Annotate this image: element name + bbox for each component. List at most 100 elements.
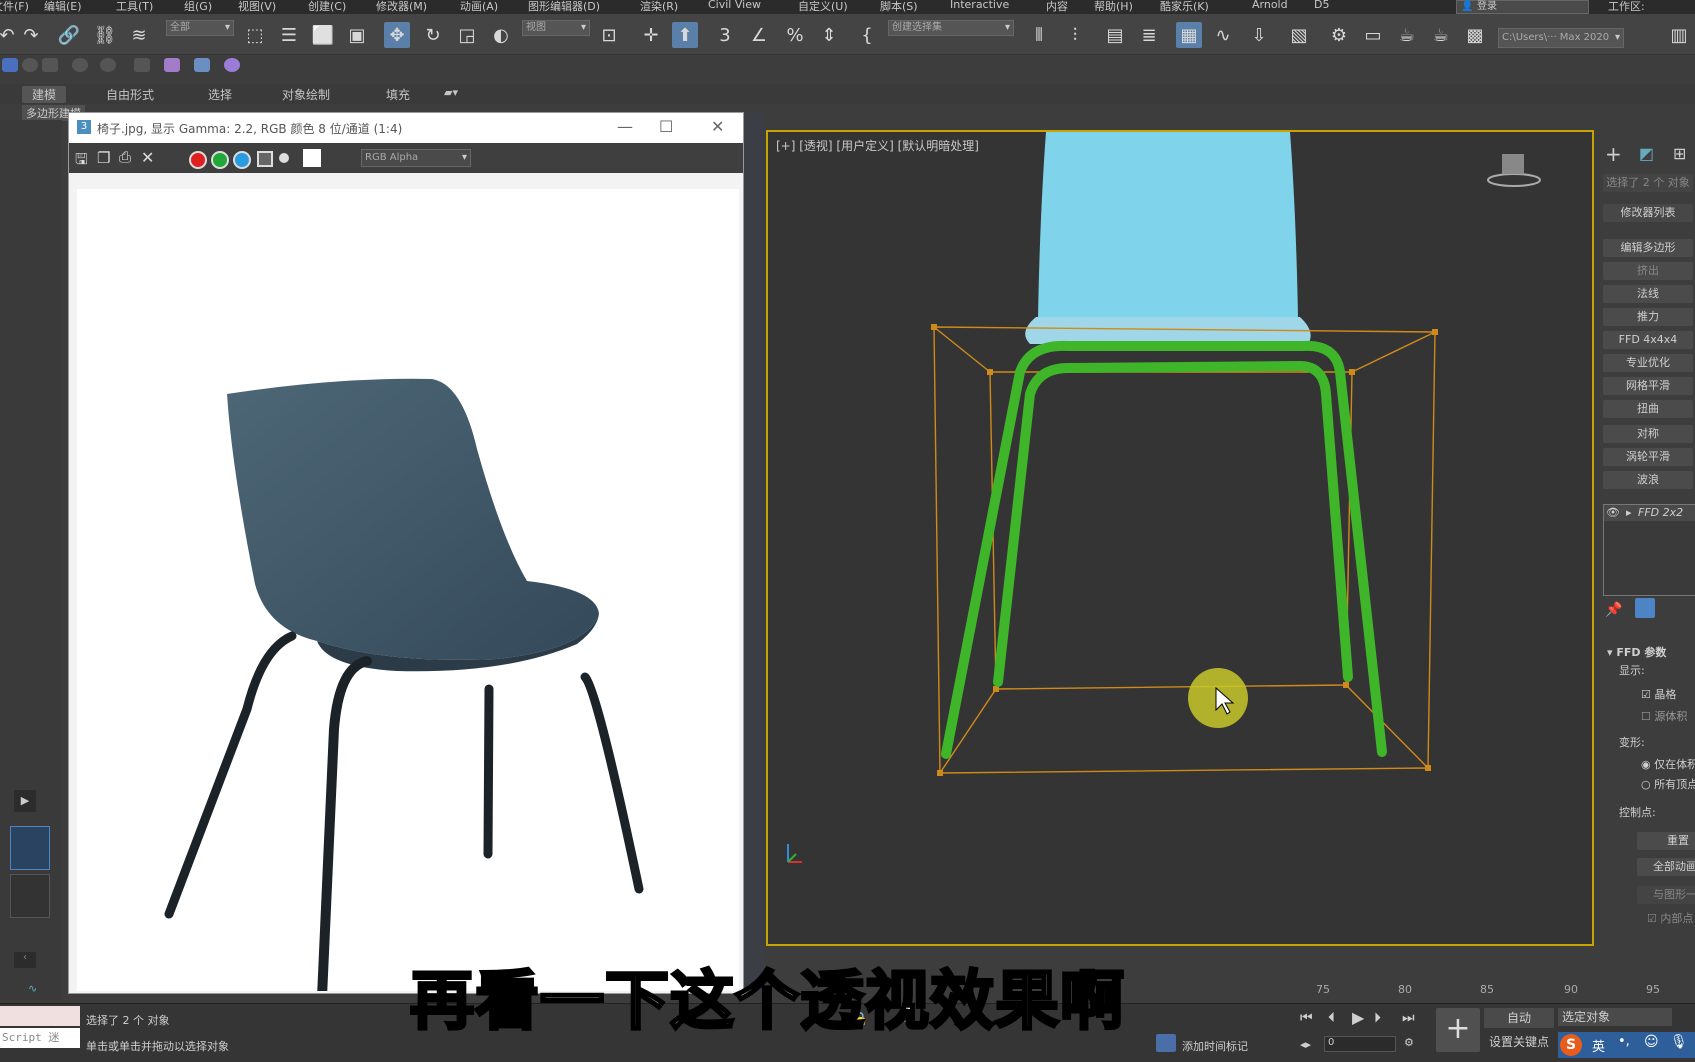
image-viewer-titlebar[interactable]: 3 椅子.jpg, 显示 Gamma: 2.2, RGB 颜色 8 位/通道 (… (69, 113, 743, 143)
tab-selection[interactable]: 选择 (208, 86, 232, 103)
rectangular-selection-icon[interactable]: ⬜ (310, 22, 336, 48)
animate-all-button[interactable]: 全部动画化 (1637, 858, 1695, 876)
settings-plugin-icon[interactable] (224, 58, 240, 72)
mod-prooptimizer-button[interactable]: 专业优化 (1603, 354, 1693, 372)
select-object-icon[interactable]: ⬚ (242, 22, 268, 48)
menu-scripting[interactable]: 脚本(S) (880, 0, 918, 14)
viewcube-ring[interactable] (1487, 173, 1541, 187)
visibility-eye-icon[interactable]: 👁 (1606, 506, 1620, 519)
play-panel-icon[interactable]: ▶ (14, 790, 36, 812)
create-tab-icon[interactable]: + (1605, 142, 1622, 166)
tab-modeling[interactable]: 建模 (22, 86, 67, 103)
ffd-params-rollout[interactable]: ▾ FFD 参数 (1607, 644, 1666, 660)
mod-push-button[interactable]: 推力 (1603, 308, 1693, 326)
snaps-toggle-icon[interactable]: 3 (712, 22, 738, 48)
mod-meshsmooth-button[interactable]: 网格平滑 (1603, 377, 1693, 395)
mod-extrude-button[interactable]: 挤出 (1603, 262, 1693, 280)
place-icon[interactable]: ◐ (488, 22, 514, 48)
maximize-icon[interactable]: ☐ (659, 117, 673, 136)
mod-edit-poly-button[interactable]: 编辑多边形 (1603, 239, 1693, 257)
tab-populate[interactable]: 填充 (386, 86, 410, 103)
mod-ffd4-button[interactable]: FFD 4x4x4 (1603, 331, 1693, 349)
only-in-volume-radio[interactable]: ◉ 仅在体积内 (1641, 756, 1695, 772)
reset-button[interactable]: 重置 (1637, 832, 1695, 850)
background-color-swatch[interactable] (303, 149, 321, 167)
menu-group[interactable]: 组(G) (184, 0, 212, 14)
menu-edit[interactable]: 编辑(E) (44, 0, 82, 14)
unlink-icon[interactable]: ⛓ (92, 22, 118, 48)
project-folder-icon[interactable]: ▥ (1666, 22, 1692, 48)
selection-filter-dropdown[interactable]: 全部 (166, 20, 234, 36)
image-viewer-window[interactable]: 3 椅子.jpg, 显示 Gamma: 2.2, RGB 颜色 8 位/通道 (… (68, 112, 744, 1002)
object-icon[interactable] (42, 58, 58, 72)
menu-help[interactable]: 帮助(H) (1094, 0, 1133, 14)
ribbon-options-icon[interactable]: ▰▾ (444, 86, 458, 99)
select-by-name-icon[interactable]: ☰ (276, 22, 302, 48)
menu-tools[interactable]: 工具(T) (116, 0, 153, 14)
alpha-channel-toggle[interactable] (257, 151, 273, 167)
select-scale-icon[interactable]: ◲ (454, 22, 480, 48)
edit-named-selection-icon[interactable]: { (854, 22, 880, 48)
select-move-icon[interactable]: ✥ (384, 22, 410, 48)
angle-snap-icon[interactable]: ∠ (746, 22, 772, 48)
reference-coord-dropdown[interactable]: 视图 (522, 20, 590, 36)
menu-file[interactable]: 文件(F) (0, 0, 29, 14)
material-editor-icon[interactable]: ▧ (1286, 22, 1312, 48)
conform-to-shape-button[interactable]: 与图形一致 (1637, 886, 1695, 904)
schematic-view-icon[interactable]: ⇩ (1246, 22, 1272, 48)
window-crossing-icon[interactable]: ▣ (344, 22, 370, 48)
login-dropdown[interactable]: 👤 登录 (1456, 0, 1589, 14)
dsa-plugin-icon[interactable] (164, 58, 180, 72)
all-vertices-radio[interactable]: ○ 所有顶点 (1641, 776, 1695, 792)
viewport-layout-single-icon[interactable] (10, 826, 50, 870)
menu-kujiale[interactable]: 酷家乐(K) (1160, 0, 1209, 14)
menu-modifiers[interactable]: 修改器(M) (376, 0, 427, 14)
sphere-icon[interactable] (2, 58, 18, 72)
menu-create[interactable]: 创建(C) (308, 0, 346, 14)
mod-turbosmooth-button[interactable]: 涡轮平滑 (1603, 448, 1693, 466)
inner-points-checkbox[interactable]: ☑ 内部点 (1647, 910, 1693, 926)
shape-icon[interactable] (72, 58, 88, 72)
link-icon[interactable]: 🔗 (56, 22, 82, 48)
model-metal-frame[interactable] (941, 340, 1387, 759)
mod-twist-button[interactable]: 扭曲 (1603, 400, 1693, 418)
show-end-result-icon[interactable] (1635, 598, 1655, 618)
source-volume-checkbox[interactable]: ☐ 源体积 (1641, 708, 1687, 724)
modifier-list-dropdown[interactable]: 修改器列表 (1603, 204, 1693, 222)
menu-views[interactable]: 视图(V) (238, 0, 276, 14)
undo-icon[interactable]: ↶ (0, 22, 20, 48)
save-image-icon[interactable]: 🖫 (75, 149, 88, 174)
rendered-frame-window-icon[interactable]: ▭ (1360, 22, 1386, 48)
align-icon[interactable]: ⫶ (1062, 22, 1088, 48)
blue-channel-toggle[interactable] (233, 151, 251, 169)
disc-icon[interactable] (22, 58, 38, 72)
print-icon[interactable]: ⎙ (119, 148, 131, 166)
clone-window-icon[interactable]: ❐ (97, 149, 110, 167)
curve-editor-icon[interactable]: ∿ (1210, 22, 1236, 48)
hierarchy-tab-icon[interactable]: ⊞ (1673, 144, 1686, 163)
menu-d5[interactable]: D5 (1314, 0, 1329, 11)
camera-icon[interactable] (134, 58, 150, 72)
menu-animation[interactable]: 动画(A) (460, 0, 498, 14)
menu-rendering[interactable]: 渲染(R) (640, 0, 678, 14)
close-icon[interactable]: ✕ (711, 117, 724, 136)
viewcube-icon[interactable] (1502, 154, 1524, 174)
mirror-icon[interactable]: ⫴ (1026, 22, 1052, 48)
menu-arnold[interactable]: Arnold (1252, 0, 1288, 11)
pivot-center-icon[interactable]: ⊡ (596, 22, 622, 48)
tab-freeform[interactable]: 自由形式 (106, 86, 154, 103)
skp-plugin-icon[interactable] (194, 58, 210, 72)
lights-icon[interactable] (100, 58, 116, 72)
render-activeshade-icon[interactable]: ▩ (1462, 22, 1488, 48)
expand-arrow-icon[interactable]: ▸ (1626, 506, 1632, 519)
menu-content[interactable]: 内容 (1046, 0, 1068, 14)
green-channel-toggle[interactable] (211, 151, 229, 169)
monochrome-toggle[interactable] (279, 153, 289, 163)
ribbon-toggle-icon[interactable]: ▦ (1176, 22, 1202, 48)
channel-display-dropdown[interactable]: RGB Alpha (361, 149, 471, 167)
pin-stack-icon[interactable]: 📌 (1605, 602, 1622, 618)
perspective-viewport[interactable]: [+] [透视] [用户定义] [默认明暗处理] (766, 130, 1594, 946)
tab-object-paint[interactable]: 对象绘制 (282, 86, 330, 103)
menu-civil-view[interactable]: Civil View (708, 0, 761, 11)
viewport-layout-quad-icon[interactable] (10, 874, 50, 918)
